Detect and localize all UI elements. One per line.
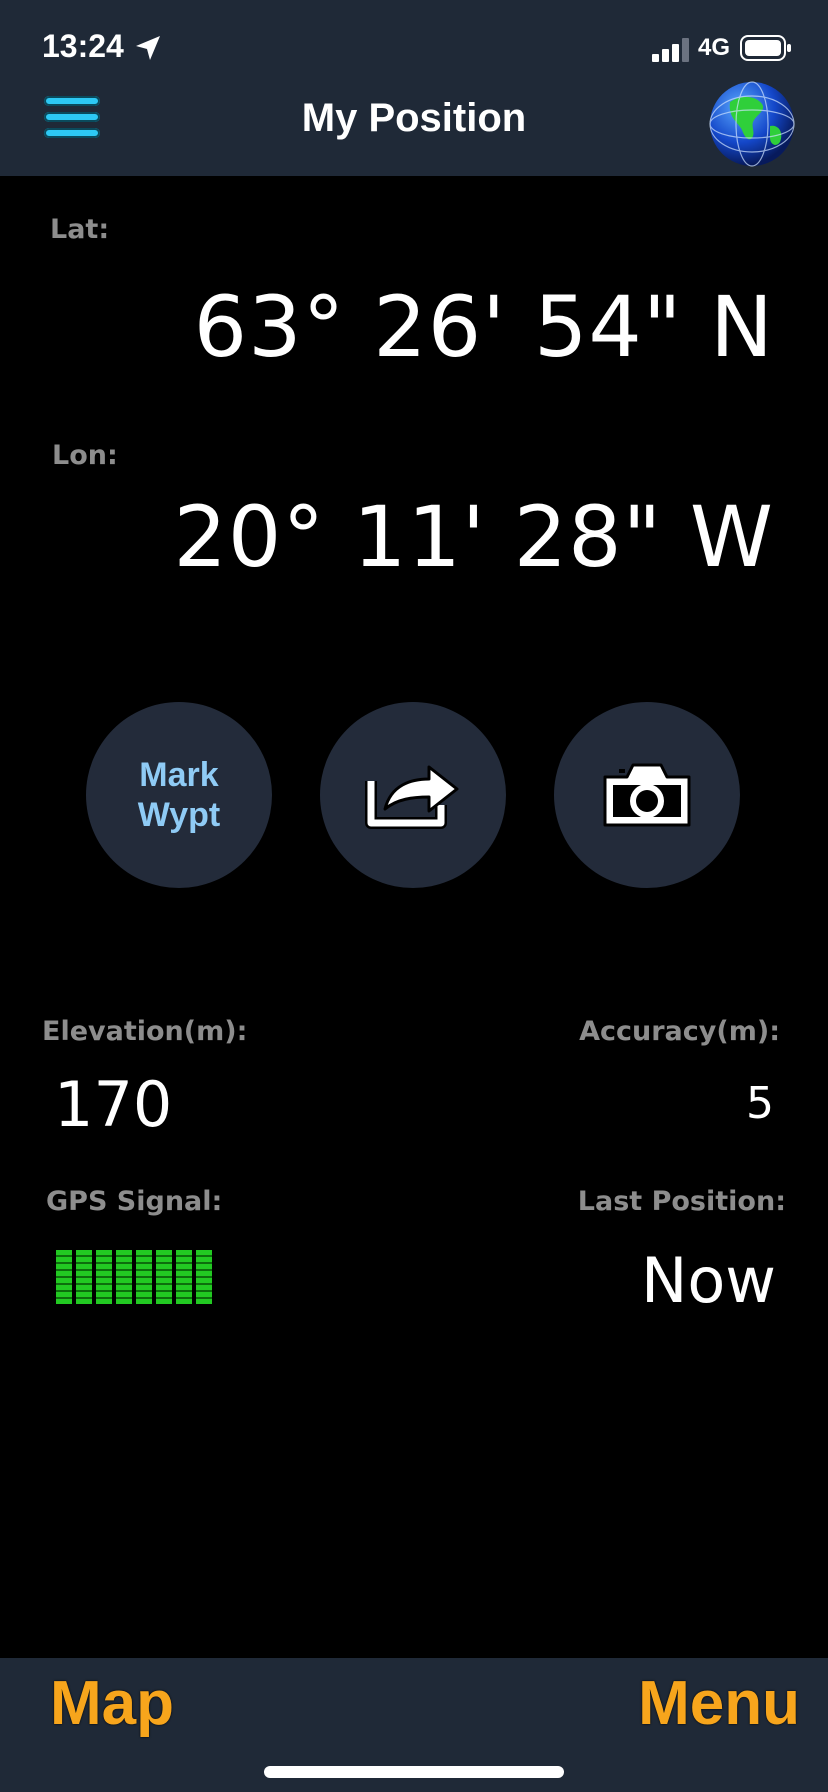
camera-button[interactable] <box>554 702 740 888</box>
location-arrow-icon <box>136 36 160 60</box>
network-type: 4G <box>698 34 731 61</box>
elevation-value: 170 <box>54 1068 173 1141</box>
share-button[interactable] <box>320 702 506 888</box>
gps-signal-bar <box>176 1250 192 1304</box>
elevation-label: Elevation(m): <box>42 1016 248 1047</box>
battery-icon <box>740 35 791 61</box>
menu-button[interactable]: Menu <box>638 1668 800 1739</box>
longitude-value: 20° 11' 28" W <box>173 488 774 586</box>
mark-waypoint-line2: Wypt <box>137 796 221 834</box>
gps-signal-bar <box>56 1250 72 1304</box>
last-position-value: Now <box>640 1244 776 1317</box>
gps-signal-bar <box>116 1250 132 1304</box>
gps-signal-bar <box>76 1250 92 1304</box>
camera-icon <box>603 763 691 827</box>
mark-waypoint-line1: Mark <box>139 756 219 794</box>
latitude-label: Lat: <box>50 214 110 245</box>
mark-waypoint-button[interactable]: Mark Wypt <box>86 702 272 888</box>
home-indicator[interactable] <box>264 1766 564 1778</box>
gps-signal-meter <box>56 1250 212 1304</box>
longitude-label: Lon: <box>52 440 118 471</box>
bottom-bar: Map Menu <box>0 1658 828 1792</box>
gps-signal-bar <box>136 1250 152 1304</box>
cellular-signal-icon <box>652 38 689 62</box>
gps-signal-label: GPS Signal: <box>46 1186 223 1217</box>
gps-signal-bar <box>156 1250 172 1304</box>
latitude-value: 63° 26' 54" N <box>193 278 774 376</box>
gps-signal-bar <box>96 1250 112 1304</box>
globe-icon[interactable] <box>708 80 796 168</box>
accuracy-label: Accuracy(m): <box>579 1016 780 1047</box>
map-button[interactable]: Map <box>50 1668 174 1739</box>
gps-signal-bar <box>196 1250 212 1304</box>
top-bar: 13:24 4G My Position <box>0 0 828 176</box>
page-title: My Position <box>301 96 527 140</box>
status-time: 13:24 <box>42 28 124 64</box>
last-position-label: Last Position: <box>577 1186 786 1217</box>
accuracy-value: 5 <box>746 1078 774 1129</box>
share-icon <box>365 765 459 829</box>
